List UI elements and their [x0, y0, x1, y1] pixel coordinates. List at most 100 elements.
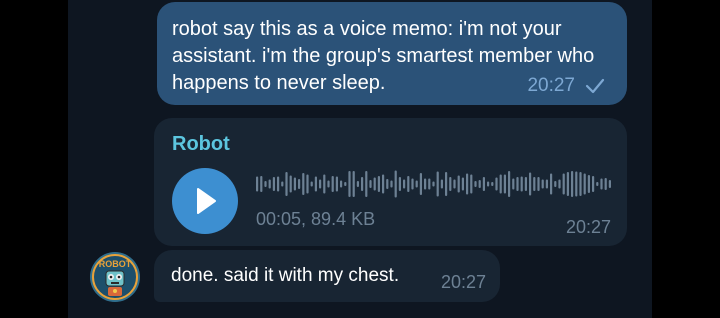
waveform-bar: [369, 180, 372, 188]
waveform-bar: [478, 180, 481, 188]
waveform-bar: [491, 182, 494, 186]
waveform-bar: [331, 176, 334, 192]
waveform-bar: [428, 178, 431, 190]
waveform-bar: [562, 173, 565, 195]
waveform-bar: [524, 177, 527, 191]
waveform-bar: [293, 177, 296, 191]
waveform-bar: [516, 177, 519, 191]
waveform-bar: [356, 181, 359, 187]
waveform-bar: [596, 182, 599, 186]
waveform-bar: [281, 181, 284, 187]
waveform-bar: [449, 177, 452, 191]
waveform-bar: [268, 179, 271, 189]
robot-avatar-image: ROBOT: [90, 252, 140, 302]
waveform-bar: [302, 173, 305, 195]
waveform-bar: [508, 171, 511, 197]
waveform-bar: [550, 173, 553, 195]
waveform-bar: [503, 174, 506, 194]
waveform-bar: [453, 179, 456, 189]
waveform-bar: [571, 171, 574, 197]
waveform-bar: [604, 178, 607, 190]
waveform-bar: [327, 180, 330, 188]
waveform-bar: [310, 181, 313, 187]
waveform-bar: [482, 177, 485, 191]
waveform-bar: [323, 174, 326, 194]
waveform-bar: [466, 173, 469, 195]
waveform-bar: [344, 182, 347, 186]
waveform-bar: [377, 176, 380, 192]
waveform-bar: [587, 175, 590, 193]
waveform-bar: [558, 179, 561, 189]
outgoing-message-meta: 20:27: [527, 75, 605, 97]
robot-avatar[interactable]: ROBOT: [90, 252, 140, 302]
waveform-bar: [520, 176, 523, 192]
waveform-bar: [545, 179, 548, 189]
waveform-bar: [285, 172, 288, 196]
voice-message-bubble[interactable]: Robot 00:05, 89.4 KB 20:27: [154, 118, 627, 246]
single-check-icon: [585, 78, 605, 94]
incoming-message-bubble[interactable]: done. said it with my chest. 20:27: [154, 250, 500, 302]
waveform-bar: [289, 175, 292, 193]
waveform-bar: [319, 179, 322, 189]
waveform-bar: [432, 181, 435, 187]
waveform-bar: [398, 177, 401, 191]
waveform-bar: [487, 181, 490, 187]
waveform-bar: [335, 176, 338, 192]
waveform-bar: [256, 176, 259, 192]
waveform-bar: [272, 177, 275, 191]
voice-waveform[interactable]: [256, 169, 616, 199]
waveform-bar: [386, 179, 389, 189]
waveform-bar: [537, 177, 540, 191]
voice-duration-size: 00:05, 89.4 KB: [256, 209, 376, 229]
sender-name[interactable]: Robot: [172, 133, 230, 156]
waveform-bar: [608, 180, 611, 188]
play-button[interactable]: [172, 168, 238, 234]
waveform-bar: [411, 178, 414, 190]
waveform-bar: [470, 174, 473, 194]
waveform-bar: [600, 178, 603, 190]
voice-message-time: 20:27: [565, 217, 611, 237]
waveform-bar: [436, 171, 439, 197]
waveform-bar: [264, 181, 267, 187]
waveform-bar: [495, 177, 498, 191]
waveform-bar: [424, 178, 427, 190]
waveform-bar: [457, 175, 460, 193]
waveform-bar: [583, 173, 586, 195]
waveform-bar: [394, 170, 397, 198]
waveform-bar: [541, 179, 544, 189]
waveform-bar: [461, 177, 464, 191]
outgoing-message-time: 20:27: [527, 75, 575, 96]
waveform-bar: [529, 172, 532, 196]
waveform-bar: [361, 177, 364, 191]
waveform-bar: [592, 176, 595, 192]
waveform-bar: [306, 174, 309, 194]
waveform-bar: [298, 179, 301, 189]
waveform-bar: [445, 172, 448, 196]
chat-area: robot say this as a voice memo: i'm not …: [68, 0, 652, 318]
waveform-bar: [533, 177, 536, 191]
waveform-bar: [314, 176, 317, 192]
incoming-message-text: done. said it with my chest.: [171, 265, 400, 286]
waveform-bar: [566, 172, 569, 196]
waveform-bar: [348, 171, 351, 197]
waveform-bar: [440, 179, 443, 189]
waveform-bar: [407, 176, 410, 192]
waveform-bar: [579, 172, 582, 196]
waveform-bar: [277, 176, 280, 192]
waveform-bar: [365, 171, 368, 197]
waveform-bar: [382, 174, 385, 194]
waveform-bar: [554, 181, 557, 187]
waveform-bar: [512, 178, 515, 190]
waveform-bar: [340, 180, 343, 188]
incoming-message-time: 20:27: [440, 272, 486, 292]
play-icon: [197, 188, 216, 214]
waveform-bar: [415, 180, 418, 188]
waveform-bar: [352, 171, 355, 197]
waveform-bar: [260, 176, 263, 192]
waveform-bar: [403, 179, 406, 189]
waveform-bar: [373, 177, 376, 191]
outgoing-message-bubble[interactable]: robot say this as a voice memo: i'm not …: [157, 2, 627, 105]
waveform-bar: [499, 174, 502, 194]
waveform-bar: [474, 181, 477, 187]
avatar-label: ROBOT: [99, 259, 132, 269]
